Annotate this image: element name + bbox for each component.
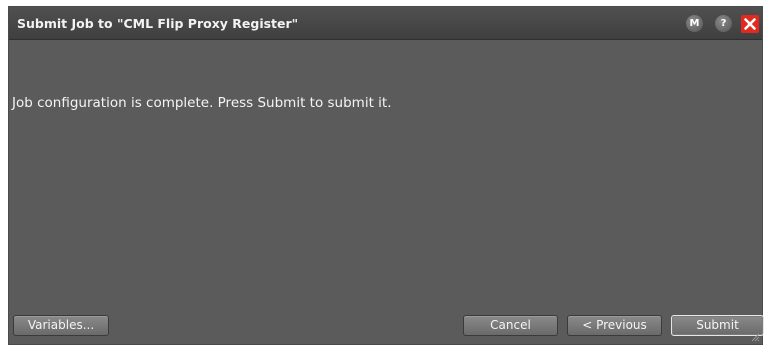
previous-button[interactable]: < Previous (567, 315, 662, 336)
close-button[interactable] (741, 15, 759, 33)
submit-job-dialog: Submit Job to "CML Flip Proxy Register" … (8, 6, 764, 345)
resize-grip-icon[interactable] (750, 332, 760, 342)
cancel-button[interactable]: Cancel (463, 315, 558, 336)
m-button[interactable]: M (686, 15, 703, 32)
variables-button[interactable]: Variables... (13, 315, 109, 336)
close-icon (744, 18, 756, 30)
completion-message: Job configuration is complete. Press Sub… (12, 95, 392, 111)
help-button[interactable]: ? (715, 15, 732, 32)
dialog-title: Submit Job to "CML Flip Proxy Register" (17, 16, 299, 31)
dialog-titlebar[interactable]: Submit Job to "CML Flip Proxy Register" … (9, 7, 762, 40)
